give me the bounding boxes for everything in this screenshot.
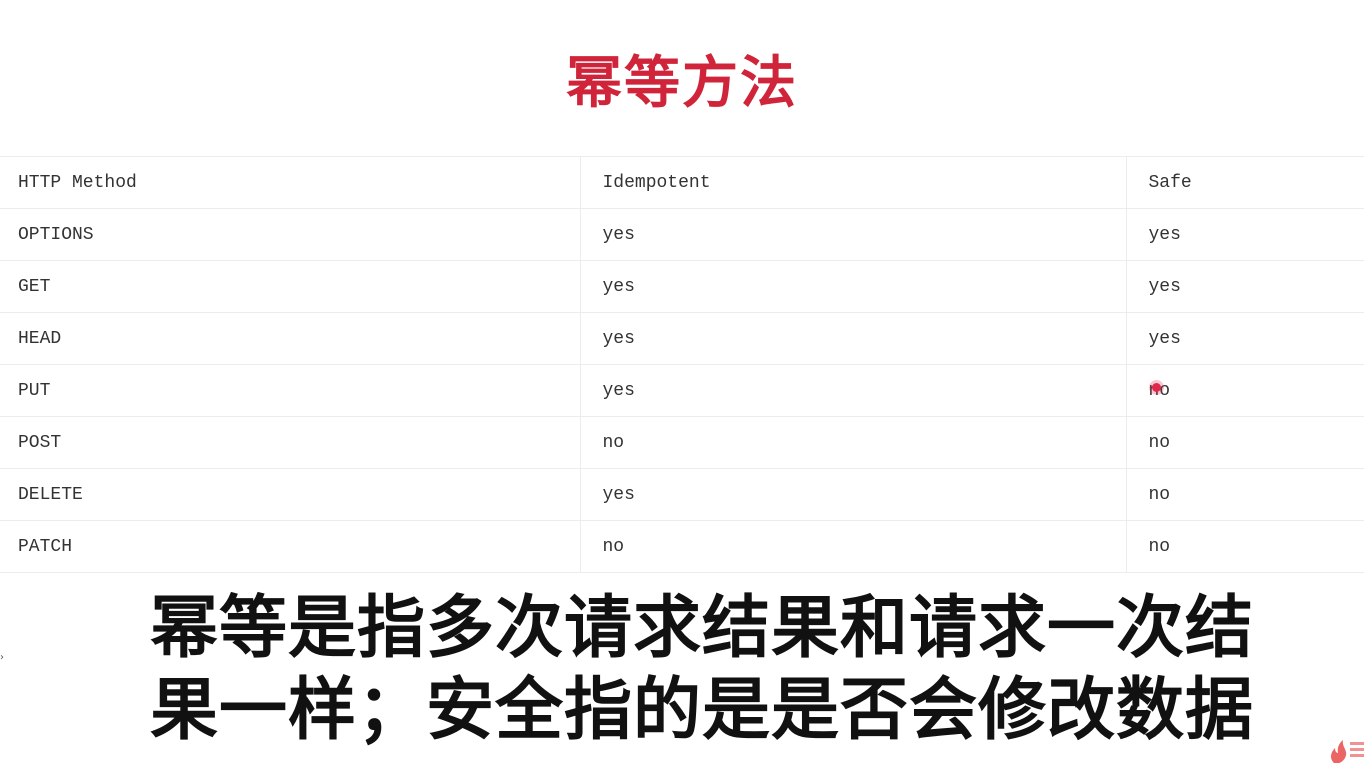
method-cell: POST (0, 416, 580, 469)
table-row: OPTIONS yes yes (0, 208, 1364, 261)
chevron-right-icon: › (0, 652, 4, 663)
table-row: POST no no (0, 416, 1364, 469)
method-cell: OPTIONS (0, 208, 580, 261)
safe-cell: no (1125, 364, 1364, 417)
safe-cell: yes (1125, 208, 1364, 261)
flame-logo-icon (1331, 740, 1364, 763)
safe-cell: yes (1125, 312, 1364, 365)
idempotent-cell: yes (579, 260, 1126, 313)
idempotent-cell: no (579, 416, 1126, 469)
idempotent-cell: yes (579, 312, 1126, 365)
http-methods-table: HTTP Method Idempotent Safe OPTIONS yes … (0, 156, 1364, 573)
table-row: PATCH no no (0, 520, 1364, 573)
idempotent-cell: no (579, 520, 1126, 573)
cursor-dot-icon (1152, 383, 1161, 392)
subtitle-line-2: 果一样；安全指的是是否会修改数据 (150, 671, 1255, 750)
idempotent-cell: yes (579, 208, 1126, 261)
table-header-row: HTTP Method Idempotent Safe (0, 156, 1364, 209)
header-idempotent: Idempotent (579, 156, 1126, 209)
safe-cell: no (1125, 416, 1364, 469)
safe-cell: yes (1125, 260, 1364, 313)
method-cell: PUT (0, 364, 580, 417)
method-cell: HEAD (0, 312, 580, 365)
idempotent-cell: yes (579, 468, 1126, 521)
safe-cell: no (1125, 468, 1364, 521)
table-row: DELETE yes no (0, 468, 1364, 521)
idempotent-cell: yes (579, 364, 1126, 417)
header-safe: Safe (1125, 156, 1364, 209)
table-row: GET yes yes (0, 260, 1364, 313)
table-row: HEAD yes yes (0, 312, 1364, 365)
header-http-method: HTTP Method (0, 156, 580, 209)
method-cell: GET (0, 260, 580, 313)
method-cell: DELETE (0, 468, 580, 521)
method-cell: PATCH (0, 520, 580, 573)
page-title: 幂等方法 (566, 51, 798, 116)
subtitle-line-1: 幂等是指多次请求结果和请求一次结 (150, 589, 1255, 668)
video-subtitle: 幂等是指多次请求结果和请求一次结 果一样；安全指的是是否会修改数据 (150, 588, 1290, 752)
safe-cell: no (1125, 520, 1364, 573)
